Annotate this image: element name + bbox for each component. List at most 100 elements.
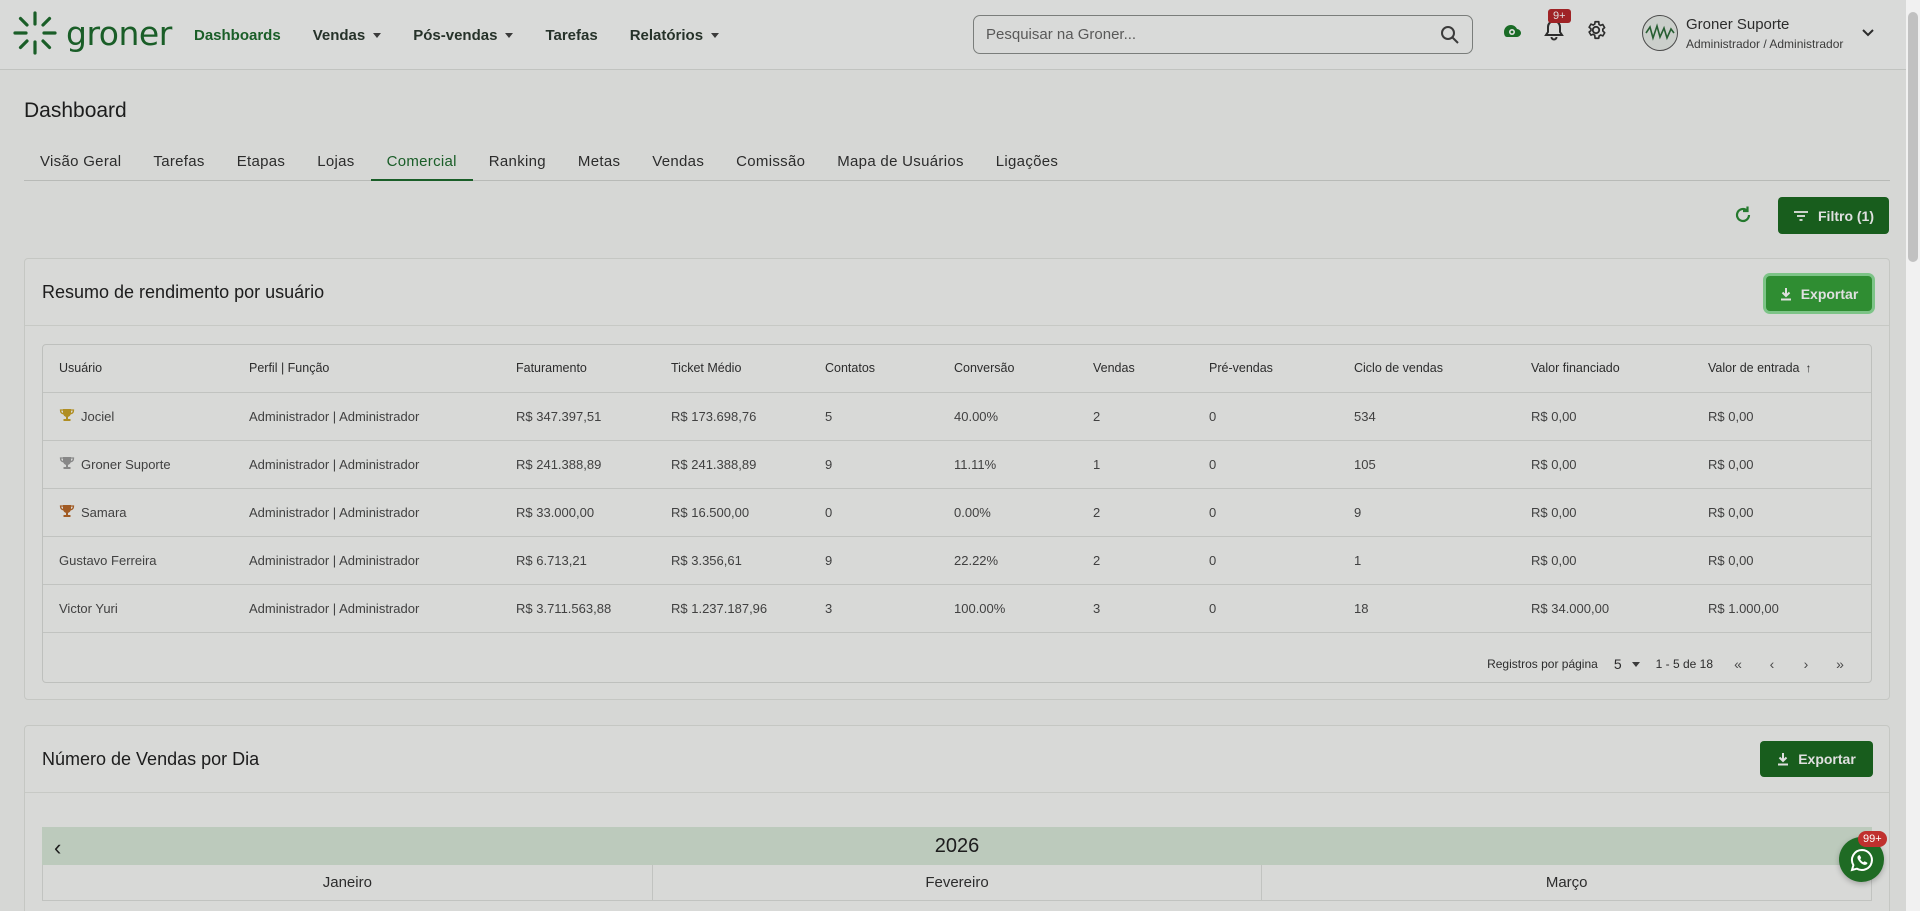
refresh-icon [1735, 206, 1751, 223]
col-vendas[interactable]: Vendas [1077, 345, 1193, 393]
trophy-gold-icon [59, 407, 75, 426]
cell-ciclo: 534 [1338, 392, 1515, 441]
cell-ciclo: 105 [1338, 440, 1515, 489]
cell-conversao: 22.22% [938, 536, 1077, 585]
export-button[interactable]: Exportar [1760, 741, 1873, 777]
logo[interactable]: groner [12, 10, 172, 56]
nav-pos-vendas[interactable]: Pós-vendas [413, 27, 514, 44]
cell-vendas: 3 [1077, 584, 1193, 633]
col-ciclo-de-vendas[interactable]: Ciclo de vendas [1338, 345, 1515, 393]
next-page-icon[interactable]: › [1797, 656, 1815, 672]
col-valor-financiado[interactable]: Valor financiado [1515, 345, 1692, 393]
per-page-select[interactable]: 5 [1614, 656, 1640, 672]
last-page-icon[interactable]: » [1831, 656, 1849, 672]
cell-vendas: 2 [1077, 392, 1193, 441]
caret-down-icon [711, 33, 720, 38]
notification-badge: 9+ [1548, 9, 1571, 23]
cell-user: Jociel [43, 392, 233, 441]
nav-relatorios[interactable]: Relatórios [629, 26, 720, 44]
cell-prevendas: 0 [1193, 440, 1338, 489]
user-name-cell: Jociel [81, 408, 115, 424]
sort-arrow-icon[interactable]: ↑ [1806, 361, 1812, 375]
month-fevereiro[interactable]: Fevereiro [652, 865, 1263, 901]
table-row[interactable]: Jociel Administrador | Administrador R$ 34… [43, 392, 1871, 441]
search-input[interactable] [986, 26, 1440, 43]
month-janeiro[interactable]: Janeiro [43, 865, 653, 901]
col-pre-vendas[interactable]: Pré-vendas [1193, 345, 1338, 393]
cell-entrada: R$ 0,00 [1692, 536, 1871, 585]
cell-faturamento: R$ 241.388,89 [500, 440, 655, 489]
eye-cloud-icon[interactable] [1500, 18, 1524, 42]
tab-visao-geral[interactable]: Visão Geral [24, 146, 137, 181]
cell-perfil: Administrador | Administrador [233, 440, 500, 489]
cell-faturamento: R$ 3.711.563,88 [500, 584, 655, 633]
cell-conversao: 100.00% [938, 584, 1077, 633]
cell-faturamento: R$ 6.713,21 [500, 536, 655, 585]
tab-metas[interactable]: Metas [562, 146, 636, 181]
sales-per-day-card: Número de Vendas por Dia Exportar ‹ 2026… [24, 725, 1890, 911]
refresh-button[interactable] [1733, 205, 1753, 230]
search-icon[interactable] [1440, 25, 1460, 45]
nav-vendas[interactable]: Vendas [313, 27, 382, 44]
top-bar: groner Dashboards Vendas Pós-vendas Tare… [0, 0, 1920, 70]
scrollbar-thumb[interactable] [1908, 12, 1918, 262]
cell-ticket: R$ 16.500,00 [655, 488, 809, 537]
col-valor-de-entrada[interactable]: Valor de entrada ↑ [1692, 345, 1871, 393]
table-row[interactable]: Groner Suporte Administrador | Administra… [43, 440, 1871, 489]
tab-ranking[interactable]: Ranking [473, 146, 562, 181]
cell-user: Groner Suporte [43, 440, 233, 489]
sales-card-title: Número de Vendas por Dia [25, 726, 1889, 793]
prev-page-icon[interactable]: ‹ [1763, 656, 1781, 672]
cell-contatos: 9 [809, 440, 938, 489]
cell-ticket: R$ 241.388,89 [655, 440, 809, 489]
col-contatos[interactable]: Contatos [809, 345, 938, 393]
col-conversao[interactable]: Conversão [938, 345, 1077, 393]
user-menu[interactable]: Groner Suporte Administrador / Administr… [1642, 15, 1875, 51]
main-nav: Dashboards Vendas Pós-vendas Tarefas Rel… [194, 0, 720, 70]
col-faturamento[interactable]: Faturamento [500, 345, 655, 393]
tab-comercial[interactable]: Comercial [370, 146, 473, 181]
cell-contatos: 0 [809, 488, 938, 537]
tab-mapa-de-usuarios[interactable]: Mapa de Usuários [821, 146, 980, 181]
table-row[interactable]: Victor Yuri Administrador | Administrador… [43, 584, 1871, 633]
col-ticket-medio[interactable]: Ticket Médio [655, 345, 809, 393]
cell-financiado: R$ 0,00 [1515, 488, 1692, 537]
chevron-down-icon[interactable] [1861, 28, 1875, 38]
settings-button[interactable] [1584, 18, 1608, 42]
scrollbar[interactable] [1906, 0, 1920, 911]
nav-dashboards[interactable]: Dashboards [194, 27, 281, 44]
cell-entrada: R$ 0,00 [1692, 440, 1871, 489]
download-icon [1778, 753, 1789, 766]
per-page-value: 5 [1613, 656, 1622, 672]
cell-financiado: R$ 34.000,00 [1515, 584, 1692, 633]
cell-financiado: R$ 0,00 [1515, 440, 1692, 489]
cell-prevendas: 0 [1193, 536, 1338, 585]
table-row[interactable]: Samara Administrador | Administrador R$ 33… [43, 488, 1871, 537]
chevron-left-icon[interactable]: ‹ [54, 835, 61, 861]
notifications-button[interactable]: 9+ [1542, 9, 1571, 42]
cell-contatos: 5 [809, 392, 938, 441]
whatsapp-icon [1850, 848, 1873, 871]
month-marco[interactable]: Março [1262, 865, 1873, 901]
cell-user: Gustavo Ferreira [43, 536, 233, 585]
tab-comissao[interactable]: Comissão [720, 146, 821, 181]
tab-lojas[interactable]: Lojas [301, 146, 370, 181]
cell-ticket: R$ 173.698,76 [655, 392, 809, 441]
caret-down-icon [505, 33, 514, 38]
table-row[interactable]: Gustavo Ferreira Administrador | Administ… [43, 536, 1871, 585]
col-perfil[interactable]: Perfil | Função [233, 345, 500, 393]
cell-entrada: R$ 0,00 [1692, 392, 1871, 441]
tab-ligacoes[interactable]: Ligações [980, 146, 1074, 181]
cell-contatos: 9 [809, 536, 938, 585]
filter-button[interactable]: Filtro (1) [1778, 197, 1889, 234]
col-usuario[interactable]: Usuário [43, 345, 233, 393]
export-button[interactable]: Exportar [1766, 276, 1872, 311]
tab-vendas[interactable]: Vendas [636, 146, 720, 181]
nav-tarefas[interactable]: Tarefas [545, 27, 597, 44]
month-row: Janeiro Fevereiro Março [42, 865, 1873, 901]
trophy-bronze-icon [59, 503, 75, 522]
tab-etapas[interactable]: Etapas [221, 146, 302, 181]
tab-tarefas[interactable]: Tarefas [137, 146, 220, 181]
nav-label: Relatórios [629, 26, 704, 44]
first-page-icon[interactable]: « [1729, 656, 1747, 672]
